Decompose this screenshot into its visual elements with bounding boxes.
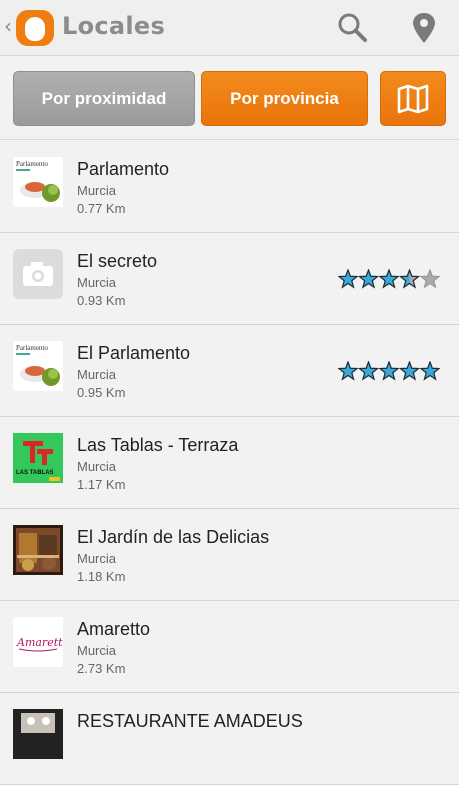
place-name: El Parlamento xyxy=(77,343,191,363)
tab-by-proximity[interactable]: Por proximidad xyxy=(13,71,195,126)
star-icon xyxy=(398,269,421,289)
place-name: El Jardín de las Delicias xyxy=(77,527,270,547)
search-icon[interactable] xyxy=(334,10,370,46)
svg-text:LAS TABLAS: LAS TABLAS xyxy=(16,470,54,476)
place-name: Amaretto xyxy=(77,619,151,639)
star-icon xyxy=(357,269,380,289)
svg-text:Parlamento: Parlamento xyxy=(16,344,48,352)
place-city: Murcia xyxy=(77,643,117,658)
star-icon xyxy=(398,361,421,381)
star-icon xyxy=(378,269,400,289)
list-item[interactable]: El secreto Murcia 0.93 Km xyxy=(0,233,459,325)
place-thumbnail xyxy=(13,249,63,299)
place-name: El secreto xyxy=(77,251,158,271)
filter-tabs: Por proximidad Por provincia xyxy=(0,57,459,140)
place-thumbnail xyxy=(13,709,63,759)
place-city: Murcia xyxy=(77,183,117,198)
star-icon xyxy=(378,361,400,381)
place-distance: 1.18 Km xyxy=(77,569,126,584)
svg-text:Amaretto: Amaretto xyxy=(16,636,63,649)
rating-stars xyxy=(338,361,440,381)
place-name: Parlamento xyxy=(77,159,170,179)
place-thumbnail: Parlamento xyxy=(13,341,63,391)
list-item[interactable]: LAS TABLAS Las Tablas - Terraza Murcia 1… xyxy=(0,417,459,509)
place-thumbnail: Amaretto xyxy=(13,617,63,667)
map-icon xyxy=(397,84,429,113)
star-icon xyxy=(419,361,440,381)
place-distance: 1.17 Km xyxy=(77,477,126,492)
svg-text:Parlamento: Parlamento xyxy=(16,160,48,168)
list-item[interactable]: RESTAURANTE AMADEUS xyxy=(0,693,459,785)
action-bar: ‹ Locales xyxy=(0,0,459,56)
place-distance: 2.73 Km xyxy=(77,661,126,676)
page-title: Locales xyxy=(62,12,166,40)
list-item[interactable]: El Jardín de las Delicias Murcia 1.18 Km xyxy=(0,509,459,601)
place-distance: 0.95 Km xyxy=(77,385,126,400)
rating-stars xyxy=(338,269,440,289)
star-icon xyxy=(357,361,380,381)
place-name: Las Tablas - Terraza xyxy=(77,435,239,455)
place-thumbnail xyxy=(13,525,63,575)
list-item[interactable]: Parlamento Parlamento Murcia 0.77 Km xyxy=(0,141,459,233)
place-city: Murcia xyxy=(77,459,117,474)
star-icon xyxy=(338,361,359,381)
star-icon xyxy=(338,269,359,289)
list-item[interactable]: Parlamento El Parlamento Murcia 0.95 Km xyxy=(0,325,459,417)
map-pin-icon[interactable] xyxy=(406,10,442,46)
place-name: RESTAURANTE AMADEUS xyxy=(77,711,303,731)
chevron-left-icon[interactable]: ‹ xyxy=(4,14,12,38)
place-city: Murcia xyxy=(77,275,117,290)
place-thumbnail: Parlamento xyxy=(13,157,63,207)
list-item[interactable]: Amaretto Amaretto Murcia 2.73 Km xyxy=(0,601,459,693)
place-thumbnail: LAS TABLAS xyxy=(13,433,63,483)
place-city: Murcia xyxy=(77,367,117,382)
map-view-button[interactable] xyxy=(380,71,446,126)
place-distance: 0.93 Km xyxy=(77,293,126,308)
places-list: Parlamento Parlamento Murcia 0.77 Km El … xyxy=(0,141,459,785)
app-logo[interactable] xyxy=(16,10,54,46)
place-distance: 0.77 Km xyxy=(77,201,126,216)
place-city: Murcia xyxy=(77,551,117,566)
tab-by-province[interactable]: Por provincia xyxy=(201,71,368,126)
star-icon xyxy=(419,269,440,289)
